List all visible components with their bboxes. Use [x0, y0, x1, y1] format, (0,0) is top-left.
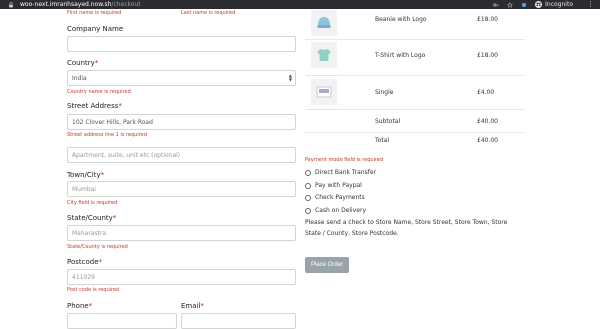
incognito-icon — [535, 1, 543, 8]
postcode-input[interactable]: 411029 — [67, 269, 296, 285]
phone-input[interactable] — [67, 313, 177, 329]
state-error: State/County is required — [67, 244, 128, 250]
required-mark: * — [200, 302, 204, 310]
street-label: Street Address* — [67, 102, 122, 110]
browser-toolbar: woo-next.imranhsayed.now.sh/checkout Inc… — [0, 0, 600, 9]
country-select[interactable]: India ▲ ▼ — [67, 70, 296, 86]
required-mark: * — [118, 102, 122, 110]
required-mark: * — [112, 214, 117, 222]
city-label-text: Town/City — [67, 171, 101, 179]
city-error: City field is required — [67, 200, 118, 206]
required-mark: * — [88, 302, 93, 310]
street-error: Street address line 1 is required — [67, 132, 147, 138]
postcode-label: Postcode* — [67, 258, 102, 266]
select-arrows-icon: ▲ ▼ — [288, 73, 292, 82]
phone-label: Phone* — [67, 302, 92, 310]
state-label: State/County* — [67, 214, 116, 222]
street-address-2-input[interactable]: Apartment, suite, unit etc.(optional) — [67, 147, 296, 163]
payment-option-check[interactable]: Check Payments — [305, 194, 365, 201]
required-mark: * — [94, 59, 99, 67]
order-item-name: Beanie with Logo — [375, 16, 427, 23]
radio-icon[interactable] — [305, 207, 311, 214]
email-input[interactable] — [181, 313, 296, 329]
lock-icon — [9, 1, 13, 7]
street-label-text: Street Address — [67, 102, 119, 110]
order-item-name: Single — [375, 89, 394, 96]
payment-option-label: Cash on Delivery — [315, 207, 366, 214]
incognito-label: Incognito — [545, 1, 573, 8]
payment-option-bank[interactable]: Direct Bank Transfer — [305, 169, 376, 176]
first-name-error: First name is required — [67, 10, 122, 16]
order-item-price: £18.00 — [477, 52, 498, 59]
key-icon[interactable] — [493, 2, 499, 8]
required-mark: * — [100, 171, 105, 179]
album-thumbnail-icon — [311, 79, 337, 105]
email-label: Email* — [181, 302, 204, 310]
payment-option-paypal[interactable]: Pay with Paypal — [305, 182, 362, 189]
country-error: Country name is required — [67, 89, 131, 95]
payment-option-label: Pay with Paypal — [315, 182, 362, 189]
company-input[interactable] — [67, 36, 296, 52]
order-item-name: T-Shirt with Logo — [375, 52, 426, 59]
subtotal-value: £40.00 — [477, 118, 498, 125]
postcode-error: Post code is required — [67, 287, 120, 293]
tshirt-thumbnail-icon — [311, 42, 337, 68]
payment-instructions: Please send a check to Store Name, Store… — [305, 219, 508, 237]
extension-icon[interactable] — [521, 2, 527, 8]
total-value: £40.00 — [477, 137, 498, 144]
address-bar[interactable]: woo-next.imranhsayed.now.sh/checkout — [20, 1, 141, 8]
divider — [305, 132, 525, 133]
required-mark: * — [98, 258, 103, 266]
company-label: Company Name — [67, 25, 124, 33]
url-host: woo-next.imranhsayed.now.sh — [20, 1, 112, 8]
order-item-price: £18.00 — [477, 16, 498, 23]
order-item-price: £4.00 — [477, 89, 495, 96]
country-value: India — [72, 74, 87, 82]
star-icon[interactable] — [507, 1, 514, 8]
city-label: Town/City* — [67, 171, 104, 179]
payment-error: Payment mode field is required — [305, 157, 384, 163]
radio-icon[interactable] — [305, 182, 311, 189]
divider — [305, 109, 525, 110]
divider — [305, 75, 525, 76]
divider — [305, 39, 525, 40]
payment-option-label: Direct Bank Transfer — [315, 169, 376, 176]
country-label: Country* — [67, 59, 98, 67]
beanie-thumbnail-icon — [311, 10, 337, 36]
street-address-input[interactable]: 102 Clover Hills, Park Road — [67, 114, 296, 130]
incognito-badge[interactable]: Incognito — [535, 1, 573, 8]
payment-option-label: Check Payments — [315, 194, 365, 201]
country-label-text: Country — [67, 59, 95, 67]
state-label-text: State/County — [67, 214, 113, 222]
last-name-error: Last name is required — [181, 10, 236, 16]
phone-label-text: Phone — [67, 302, 89, 310]
payment-option-cod[interactable]: Cash on Delivery — [305, 207, 366, 214]
total-label: Total — [375, 137, 390, 144]
menu-kebab-icon[interactable]: ⋮ — [587, 0, 594, 9]
radio-icon[interactable] — [305, 194, 311, 201]
radio-icon[interactable] — [305, 169, 311, 176]
postcode-label-text: Postcode — [67, 258, 99, 266]
city-input[interactable]: Mumbai — [67, 181, 296, 197]
email-label-text: Email — [181, 302, 201, 310]
place-order-button[interactable]: Place Order — [305, 257, 349, 273]
url-path: /checkout — [111, 1, 141, 8]
subtotal-label: Subtotal — [375, 118, 401, 125]
state-input[interactable]: Maharastra — [67, 225, 296, 241]
